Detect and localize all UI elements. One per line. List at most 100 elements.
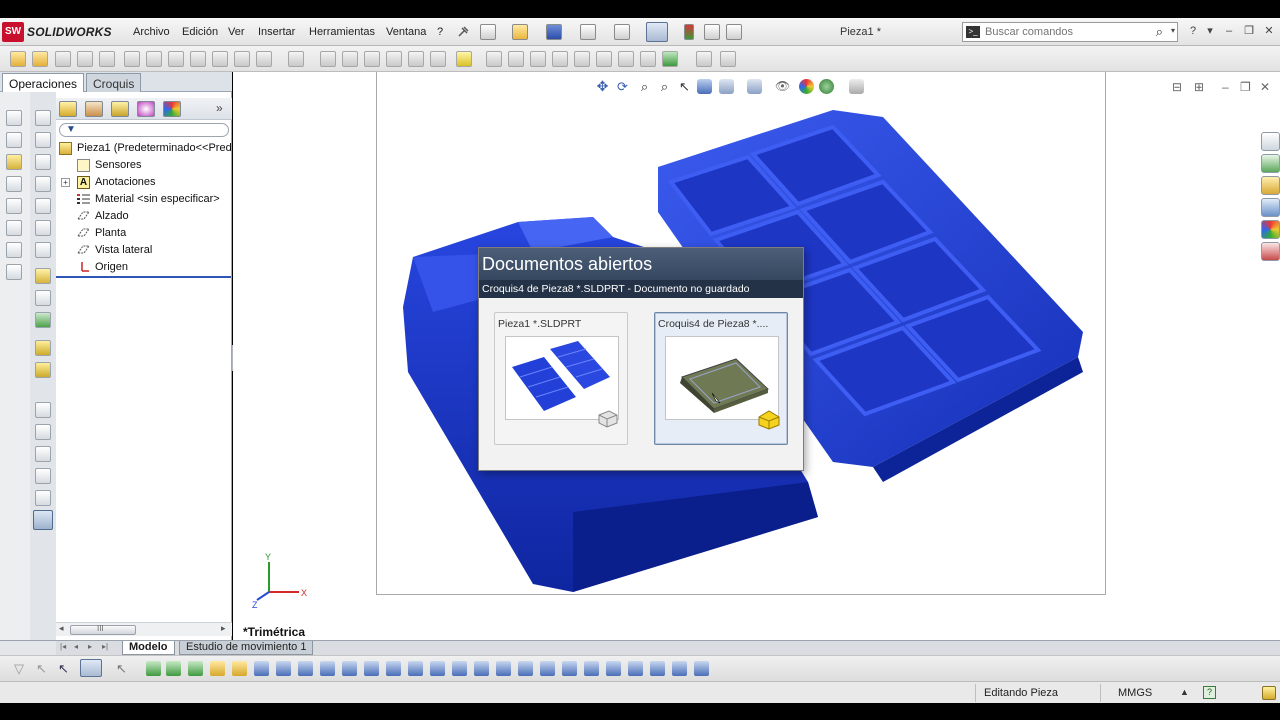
- filter-routing-points-icon[interactable]: [650, 661, 665, 676]
- stretch-icon[interactable]: [35, 490, 51, 506]
- revolve-boss-icon[interactable]: [32, 51, 48, 67]
- smart-dimension-icon[interactable]: [6, 132, 22, 148]
- clear-filters-icon[interactable]: ↖: [36, 661, 51, 676]
- help-dropdown-icon[interactable]: ▾: [1203, 24, 1217, 38]
- undo-icon[interactable]: [614, 24, 630, 40]
- design-library-icon[interactable]: [1261, 154, 1280, 173]
- custom-properties-icon[interactable]: [1261, 242, 1280, 261]
- document-card-pieza1[interactable]: Pieza1 *.SLDPRT: [494, 312, 628, 445]
- wrap-icon[interactable]: [386, 51, 402, 67]
- menu-ver[interactable]: Ver: [228, 26, 245, 38]
- plane-sketch-icon[interactable]: [35, 110, 51, 126]
- rollback-bar[interactable]: [56, 276, 231, 278]
- minimize-button[interactable]: –: [1222, 24, 1236, 38]
- file-explorer-icon[interactable]: [1261, 176, 1280, 195]
- view-orientation-icon[interactable]: [719, 79, 734, 94]
- first-tab-icon[interactable]: |◂: [60, 642, 66, 651]
- next-tab-icon[interactable]: ▸: [88, 642, 92, 651]
- search-icon[interactable]: ⌕: [1156, 24, 1163, 40]
- viewport-minimize-icon[interactable]: –: [1222, 80, 1229, 94]
- zoom-area-icon[interactable]: ⌕: [657, 79, 672, 94]
- expand-panel-icon[interactable]: »: [216, 101, 223, 115]
- view-settings-icon[interactable]: [849, 79, 864, 94]
- filter-edges-icon[interactable]: [166, 661, 181, 676]
- expand-toggle-icon[interactable]: +: [61, 178, 70, 187]
- instant3d-icon[interactable]: [662, 51, 678, 67]
- slot-icon[interactable]: [35, 198, 51, 214]
- extend-icon[interactable]: [35, 290, 51, 306]
- edit-appearance-icon[interactable]: [799, 79, 814, 94]
- spline-icon[interactable]: [6, 264, 22, 280]
- hole-icon[interactable]: [234, 51, 250, 67]
- scroll-right-icon[interactable]: ▸: [221, 623, 226, 634]
- unit-system[interactable]: MMGS: [1118, 687, 1152, 699]
- mirror-entities-icon[interactable]: [35, 362, 51, 378]
- tree-horizontal-scrollbar[interactable]: ◂ III ▸: [56, 622, 232, 636]
- deform-icon[interactable]: [618, 51, 634, 67]
- previous-tab-icon[interactable]: ◂: [74, 642, 78, 651]
- search-input[interactable]: [985, 25, 1145, 39]
- menu-archivo[interactable]: Archivo: [133, 26, 170, 38]
- pan-icon[interactable]: ✥: [595, 79, 610, 94]
- open-folder-icon[interactable]: [512, 24, 528, 40]
- rebuild-icon[interactable]: [684, 24, 694, 40]
- scale-entities-icon[interactable]: [35, 446, 51, 462]
- point-icon[interactable]: [35, 132, 51, 148]
- select-icon[interactable]: [80, 659, 102, 677]
- extrude-boss-icon[interactable]: [10, 51, 26, 67]
- filter-cosmetic-threads-icon[interactable]: [562, 661, 577, 676]
- invert-selection-icon[interactable]: ↖: [116, 661, 131, 676]
- filter-surface-bodies-icon[interactable]: [210, 661, 225, 676]
- viewport-restore-icon[interactable]: ❐: [1240, 80, 1251, 94]
- feature-manager-icon[interactable]: [59, 101, 77, 117]
- menu-help[interactable]: ?: [437, 26, 443, 38]
- dimxpert-icon[interactable]: [137, 101, 155, 117]
- filter-silhouette-edges-icon[interactable]: [694, 661, 709, 676]
- filter-axes-icon[interactable]: [254, 661, 269, 676]
- new-document-icon[interactable]: [480, 24, 496, 40]
- split-line-icon[interactable]: [508, 51, 524, 67]
- filter-surface-finish-icon[interactable]: [430, 661, 445, 676]
- menu-herramientas[interactable]: Herramientas: [309, 26, 375, 38]
- filter-solid-bodies-icon[interactable]: [232, 661, 247, 676]
- save-icon[interactable]: [546, 24, 562, 40]
- fillet-icon[interactable]: [256, 51, 272, 67]
- menu-insertar[interactable]: Insertar: [258, 26, 295, 38]
- filter-datum-features-icon[interactable]: [496, 661, 511, 676]
- previous-view-icon[interactable]: ↖: [677, 79, 692, 94]
- rectangle-icon[interactable]: [6, 198, 22, 214]
- filter-center-marks-icon[interactable]: [364, 661, 379, 676]
- filter-toggle-icon[interactable]: ▽: [14, 661, 29, 676]
- lofted-cut-icon[interactable]: [190, 51, 206, 67]
- display-relations-icon[interactable]: [33, 510, 53, 530]
- configuration-manager-icon[interactable]: [111, 101, 129, 117]
- command-search[interactable]: >_ ⌕ ▾: [962, 22, 1178, 42]
- curves-icon[interactable]: [486, 51, 502, 67]
- menu-edicion[interactable]: Edición: [182, 26, 218, 38]
- flex-icon[interactable]: [596, 51, 612, 67]
- apply-scene-icon[interactable]: [819, 79, 834, 94]
- filter-vertices-icon[interactable]: [146, 661, 161, 676]
- tile-horizontal-icon[interactable]: ⊟: [1172, 80, 1182, 94]
- restore-button[interactable]: ❐: [1242, 24, 1256, 38]
- search-dropdown-icon[interactable]: ▾: [1171, 26, 1175, 35]
- dome-icon[interactable]: [408, 51, 424, 67]
- relations-icon[interactable]: [6, 154, 22, 170]
- units-dropdown-icon[interactable]: ▲: [1180, 687, 1189, 697]
- filter-planes-icon[interactable]: [276, 661, 291, 676]
- filter-mid-surfaces-icon[interactable]: [672, 661, 687, 676]
- arc-icon[interactable]: [6, 242, 22, 258]
- convert-entities-icon[interactable]: [35, 312, 51, 328]
- helix-icon[interactable]: [574, 51, 590, 67]
- filter-geometric-tolerances-icon[interactable]: [452, 661, 467, 676]
- filter-blocks-icon[interactable]: [584, 661, 599, 676]
- filter-sketch-segments-icon[interactable]: [320, 661, 335, 676]
- rib-icon[interactable]: [320, 51, 336, 67]
- tab-croquis[interactable]: Croquis: [86, 73, 142, 92]
- appearances-icon[interactable]: [1261, 220, 1280, 239]
- circle-icon[interactable]: [6, 220, 22, 236]
- filter-faces-icon[interactable]: [188, 661, 203, 676]
- extruded-cut-icon[interactable]: [124, 51, 140, 67]
- freeform-icon[interactable]: [640, 51, 656, 67]
- filter-notes-icon[interactable]: [474, 661, 489, 676]
